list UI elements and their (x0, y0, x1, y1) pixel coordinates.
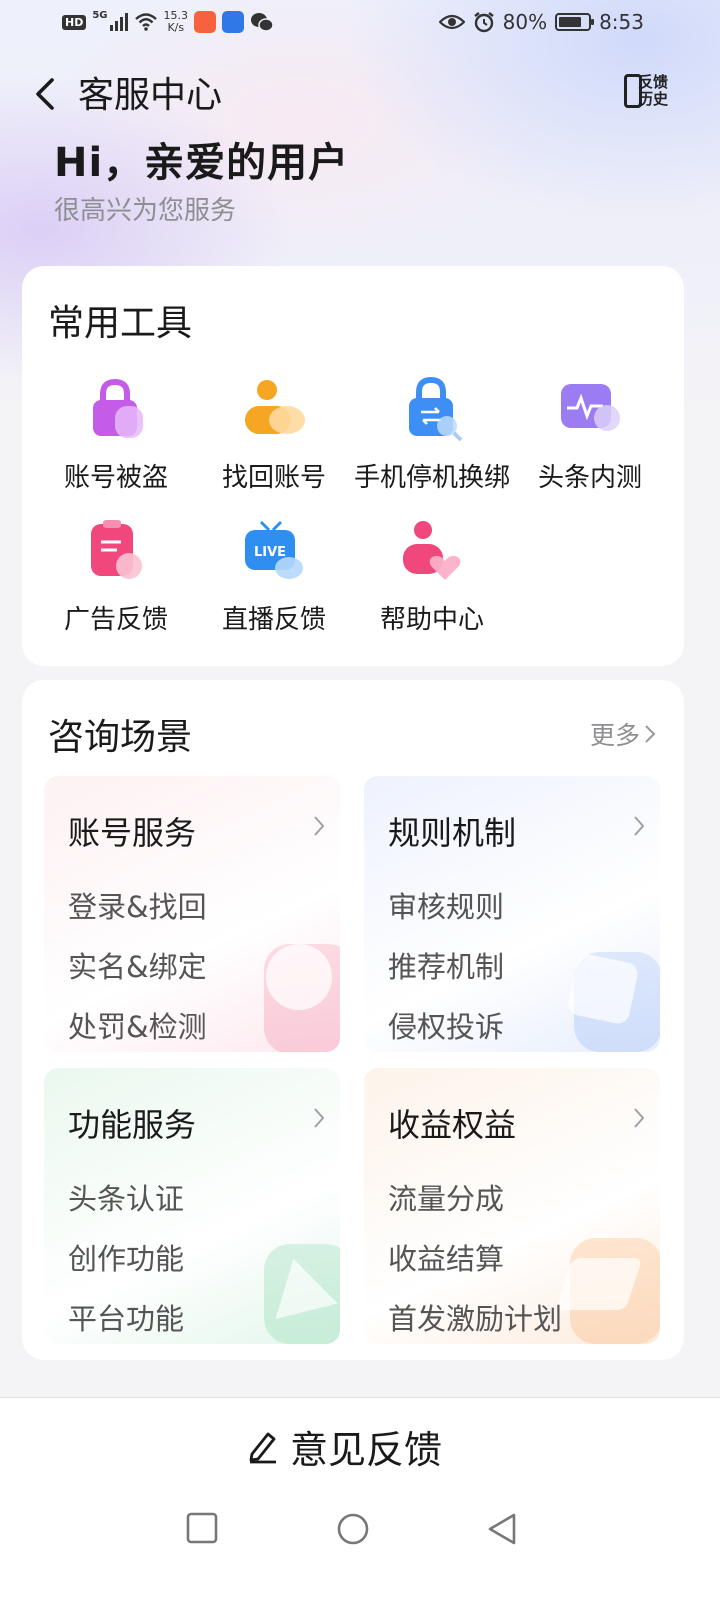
tile-earnings-rights[interactable]: 收益权益 流量分成 收益结算 首发激励计划 (364, 1068, 660, 1344)
common-tools-card: 常用工具 账号被盗 找回账号 手机停机换绑 头条内测 广告反馈 LIVE 直播反 (22, 266, 684, 666)
tools-title: 常用工具 (48, 303, 193, 344)
feedback-button[interactable]: 意见反馈 (246, 1418, 442, 1474)
live-tv-icon: LIVE (239, 518, 309, 588)
tile-decoration-square (566, 952, 640, 1026)
tool-label: 广告反馈 (63, 605, 168, 635)
tile-item[interactable]: 收益结算 (388, 1236, 504, 1278)
tile-item[interactable]: 流量分成 (388, 1176, 504, 1218)
tile-title: 功能服务 (68, 1106, 197, 1144)
pencil-icon (249, 1432, 276, 1464)
user-heart-icon (397, 518, 467, 588)
feedback-label: 意见反馈 (290, 1427, 443, 1472)
signal-icon (109, 13, 128, 31)
history-label: 反馈 历史 (638, 74, 672, 108)
tool-label: 帮助中心 (379, 605, 484, 635)
clipboard-icon (81, 518, 151, 588)
history-label-line1: 反馈 (638, 73, 669, 91)
tile-item[interactable]: 头条认证 (68, 1176, 184, 1218)
battery-percent: 80% (502, 10, 548, 34)
tool-live-feedback[interactable]: LIVE 直播反馈 (195, 518, 353, 638)
alarm-icon (473, 12, 494, 33)
history-label-line2: 历史 (638, 90, 669, 108)
tool-label: 找回账号 (221, 463, 326, 493)
tool-phone-rebind[interactable]: 手机停机换绑 (353, 376, 511, 496)
greeting-title: Hi，亲爱的用户 (54, 140, 350, 186)
tile-item[interactable]: 推荐机制 (388, 944, 504, 986)
page-title: 客服中心 (78, 75, 223, 116)
more-link[interactable]: 更多 (590, 716, 656, 752)
tile-feature-service[interactable]: 功能服务 头条认证 创作功能 平台功能 (44, 1068, 340, 1344)
tool-recover-account[interactable]: 找回账号 (195, 376, 353, 496)
tile-decoration-circle (266, 944, 332, 1010)
status-left-group: HD 5G 15.3 K/s (62, 10, 274, 34)
feedback-history-button[interactable]: 反馈 历史 (622, 70, 672, 114)
chevron-right-icon (645, 725, 656, 743)
tile-title: 收益权益 (388, 1106, 517, 1144)
tile-item[interactable]: 登录&找回 (68, 884, 207, 926)
battery-icon (555, 13, 595, 31)
pulse-icon (555, 376, 625, 446)
tile-item[interactable]: 平台功能 (68, 1296, 184, 1338)
bottom-bar: 意见反馈 (0, 1397, 720, 1600)
app-notification-icon (194, 11, 217, 33)
tool-label: 账号被盗 (63, 463, 168, 493)
tile-item[interactable]: 处罚&检测 (68, 1004, 207, 1046)
lock-icon (81, 376, 151, 446)
greeting-subtitle: 很高兴为您服务 (54, 196, 237, 226)
tool-beta-test[interactable]: 头条内测 (511, 376, 669, 496)
tile-title: 规则机制 (388, 814, 517, 852)
tile-title: 账号服务 (68, 814, 197, 852)
more-label: 更多 (589, 721, 640, 750)
clock: 8:53 (599, 10, 644, 34)
wifi-icon (134, 13, 157, 31)
tool-ad-feedback[interactable]: 广告反馈 (37, 518, 195, 638)
network-speed: 15.3 K/s (164, 10, 189, 34)
tool-account-stolen[interactable]: 账号被盗 (37, 376, 195, 496)
home-button[interactable] (336, 1512, 370, 1546)
wechat-icon (251, 13, 274, 32)
tile-item[interactable]: 审核规则 (388, 884, 504, 926)
tile-rules-mechanism[interactable]: 规则机制 审核规则 推荐机制 侵权投诉 (364, 776, 660, 1052)
tool-label: 直播反馈 (221, 605, 326, 635)
recents-button[interactable] (186, 1512, 218, 1544)
consult-title: 咨询场景 (48, 717, 193, 758)
chevron-right-icon (634, 1108, 645, 1128)
speed-unit: K/s (167, 21, 185, 34)
svg-text:LIVE: LIVE (254, 545, 286, 560)
tile-item[interactable]: 创作功能 (68, 1236, 184, 1278)
status-bar: HD 5G 15.3 K/s 80% 8:53 (0, 0, 720, 50)
status-right-group: 80% 8:53 (438, 10, 644, 34)
back-button[interactable] (28, 72, 64, 116)
tile-item[interactable]: 侵权投诉 (388, 1004, 504, 1046)
tool-label: 头条内测 (537, 463, 642, 493)
consult-scenes-card: 咨询场景 更多 账号服务 登录&找回 实名&绑定 处罚&检测 规则机制 审核规则… (22, 680, 684, 1360)
network-type: 5G (92, 10, 108, 21)
tile-account-service[interactable]: 账号服务 登录&找回 实名&绑定 处罚&检测 (44, 776, 340, 1052)
chevron-left-icon (36, 78, 54, 110)
user-search-icon (239, 376, 309, 446)
tile-item[interactable]: 首发激励计划 (388, 1296, 562, 1338)
bird-app-notification-icon (222, 11, 245, 33)
battery-fill (559, 17, 582, 27)
hd-badge: HD (62, 14, 87, 30)
tile-item[interactable]: 实名&绑定 (68, 944, 207, 986)
chevron-right-icon (314, 1108, 325, 1128)
chevron-right-icon (634, 816, 645, 836)
eye-icon (438, 14, 465, 30)
tool-label: 手机停机换绑 (353, 463, 510, 493)
lock-swap-icon (397, 376, 467, 446)
chevron-right-icon (314, 816, 325, 836)
back-nav-button[interactable] (486, 1512, 518, 1546)
tool-help-center[interactable]: 帮助中心 (353, 518, 511, 638)
